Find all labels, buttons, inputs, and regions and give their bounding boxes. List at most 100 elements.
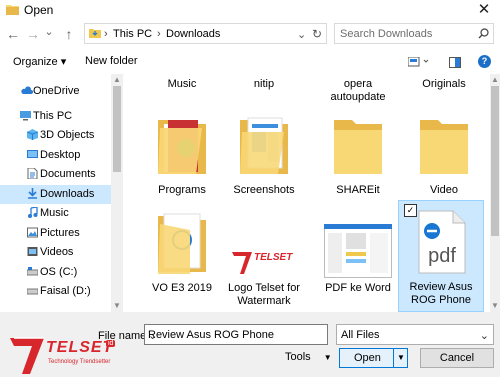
folder-tile-opera-autoupdate[interactable]: opera autoupdate (318, 74, 398, 108)
preview-pane-icon[interactable] (449, 57, 461, 68)
navigation-pane: OneDrive This PC 3D Objects Desktop Docu… (0, 74, 111, 312)
scroll-up-arrow[interactable]: ▲ (489, 74, 500, 86)
cancel-button[interactable]: Cancel (420, 348, 494, 368)
file-tile-review-asus-rog-phone[interactable]: ✓ pdf Review Asus ROG Phone (398, 200, 484, 312)
watermark-brand: TELSET (46, 339, 114, 356)
telset-logo-thumbnail: TELSET (232, 246, 296, 276)
toolbar: Organize ▾ New folder ? (0, 50, 500, 75)
folder-tile-vo-e3-2019[interactable]: VO E3 2019 (142, 208, 222, 308)
folder-icon (6, 5, 19, 15)
sidebar-item-os-c[interactable]: OS (C:) (0, 263, 111, 282)
tile-label: opera autoupdate (330, 78, 386, 103)
breadcrumb-separator: › (104, 28, 108, 40)
recent-locations-button[interactable]: ⌄ (42, 21, 56, 43)
folder-tile-shareit[interactable]: SHAREit (318, 112, 398, 202)
tile-label: Music (167, 78, 197, 90)
chevron-down-icon[interactable]: ⌄ (148, 329, 323, 342)
folder-tile-video[interactable]: Video (404, 112, 484, 202)
music-icon (28, 207, 38, 218)
chevron-down-icon[interactable]: ⌄ (480, 329, 489, 342)
folder-icon (334, 120, 382, 174)
tile-label: SHAREit (336, 184, 380, 196)
scroll-down-arrow[interactable]: ▼ (489, 300, 500, 312)
change-view-icon[interactable] (408, 57, 432, 68)
sidebar-item-documents[interactable]: Documents (0, 165, 111, 184)
scrollbar-thumb[interactable] (113, 86, 121, 172)
folder-icon (420, 120, 468, 174)
sidebar-item-desktop[interactable]: Desktop (0, 146, 111, 165)
sidebar-item-label: 3D Objects (40, 129, 95, 141)
scrollbar-thumb[interactable] (491, 86, 499, 236)
new-folder-button[interactable]: New folder (85, 55, 138, 67)
up-button[interactable]: ↑ (60, 23, 78, 45)
sidebar-item-label: Faisal (D:) (40, 285, 91, 297)
3d-objects-icon (27, 129, 38, 140)
sidebar-item-pictures[interactable]: Pictures (0, 224, 111, 243)
split-divider (393, 349, 394, 367)
sidebar-item-label: Downloads (40, 188, 95, 200)
telset-thumb-text: TELSET (254, 252, 293, 263)
file-type-value: All Files (341, 329, 380, 341)
folder-icon (240, 117, 288, 174)
tile-label: VO E3 2019 (152, 282, 212, 294)
search-input[interactable]: Search Downloads (334, 23, 494, 44)
download-icon (28, 188, 37, 199)
forward-button[interactable]: → (24, 23, 42, 45)
scroll-down-arrow[interactable]: ▼ (111, 300, 123, 312)
sidebar-item-videos[interactable]: Videos (0, 243, 111, 262)
address-dropdown-icon[interactable]: ⌄ (297, 28, 306, 41)
file-type-select[interactable]: All Files ⌄ (336, 324, 494, 345)
tile-label: PDF ke Word (325, 282, 391, 294)
documents-icon (27, 168, 38, 179)
refresh-icon[interactable]: ↻ (312, 27, 322, 41)
sidebar-item-downloads[interactable]: Downloads (0, 185, 111, 204)
selection-checkbox[interactable]: ✓ (404, 204, 417, 217)
search-placeholder: Search Downloads (340, 28, 433, 40)
folder-tile-originals[interactable]: Originals (404, 74, 484, 108)
sidebar-item-label: OneDrive (33, 85, 80, 97)
tile-label: Video (430, 184, 458, 196)
scroll-up-arrow[interactable]: ▲ (111, 74, 123, 86)
organize-menu[interactable]: Organize ▾ (13, 55, 66, 68)
file-list-scrollbar[interactable]: ▲ ▼ (490, 74, 500, 312)
navigation-scrollbar[interactable]: ▲ ▼ (111, 74, 123, 312)
sidebar-item-3d-objects[interactable]: 3D Objects (0, 126, 111, 145)
telset-logo-mark (10, 337, 44, 374)
search-icon[interactable] (478, 28, 489, 39)
drive-icon (27, 288, 38, 295)
help-icon[interactable]: ? (478, 55, 491, 68)
pdf-label: pdf (428, 245, 456, 267)
folder-tile-screenshots[interactable]: Screenshots (224, 112, 304, 202)
cloud-icon (21, 86, 33, 94)
sidebar-item-onedrive[interactable]: OneDrive (0, 82, 111, 101)
sidebar-item-this-pc[interactable]: This PC (0, 107, 111, 126)
drive-icon (27, 267, 38, 276)
file-list: Music nitip opera autoupdate Originals P… (124, 74, 490, 312)
close-button[interactable]: ✕ (472, 2, 496, 18)
folder-tile-nitip[interactable]: nitip (224, 74, 304, 108)
folder-tile-music[interactable]: Music (142, 74, 222, 108)
sidebar-item-music[interactable]: Music (0, 204, 111, 223)
folder-icon (158, 213, 206, 274)
open-dropdown-icon[interactable]: ▼ (397, 353, 405, 362)
address-bar[interactable]: › This PC › Downloads ⌄ ↻ (84, 23, 327, 44)
screenshot-thumbnail (324, 224, 392, 278)
file-name-input[interactable]: Review Asus ROG Phone ⌄ (144, 324, 328, 345)
breadcrumb-downloads[interactable]: Downloads (166, 28, 220, 40)
caret-down-icon: ▼ (323, 353, 332, 362)
breadcrumb-this-pc[interactable]: This PC (113, 28, 152, 40)
sidebar-item-label: This PC (33, 110, 73, 122)
sidebar-item-faisal-d[interactable]: Faisal (D:) (0, 282, 111, 301)
sidebar-item-label: Pictures (40, 227, 80, 239)
folder-tile-programs[interactable]: Programs (142, 112, 222, 202)
open-button[interactable]: Open ▼ (339, 348, 408, 368)
back-button[interactable]: ← (4, 23, 22, 45)
open-label: Open (354, 352, 381, 364)
file-tile-pdf-ke-word[interactable]: PDF ke Word (318, 208, 398, 308)
tools-menu[interactable]: Tools ▼ (285, 351, 332, 363)
file-tile-logo-telset[interactable]: TELSET Logo Telset for Watermark (224, 208, 304, 308)
tile-label: nitip (253, 78, 275, 90)
sidebar-item-label: Documents (40, 168, 96, 180)
tile-label: Programs (158, 184, 206, 196)
tile-label: Review Asus ROG Phone (409, 281, 473, 306)
